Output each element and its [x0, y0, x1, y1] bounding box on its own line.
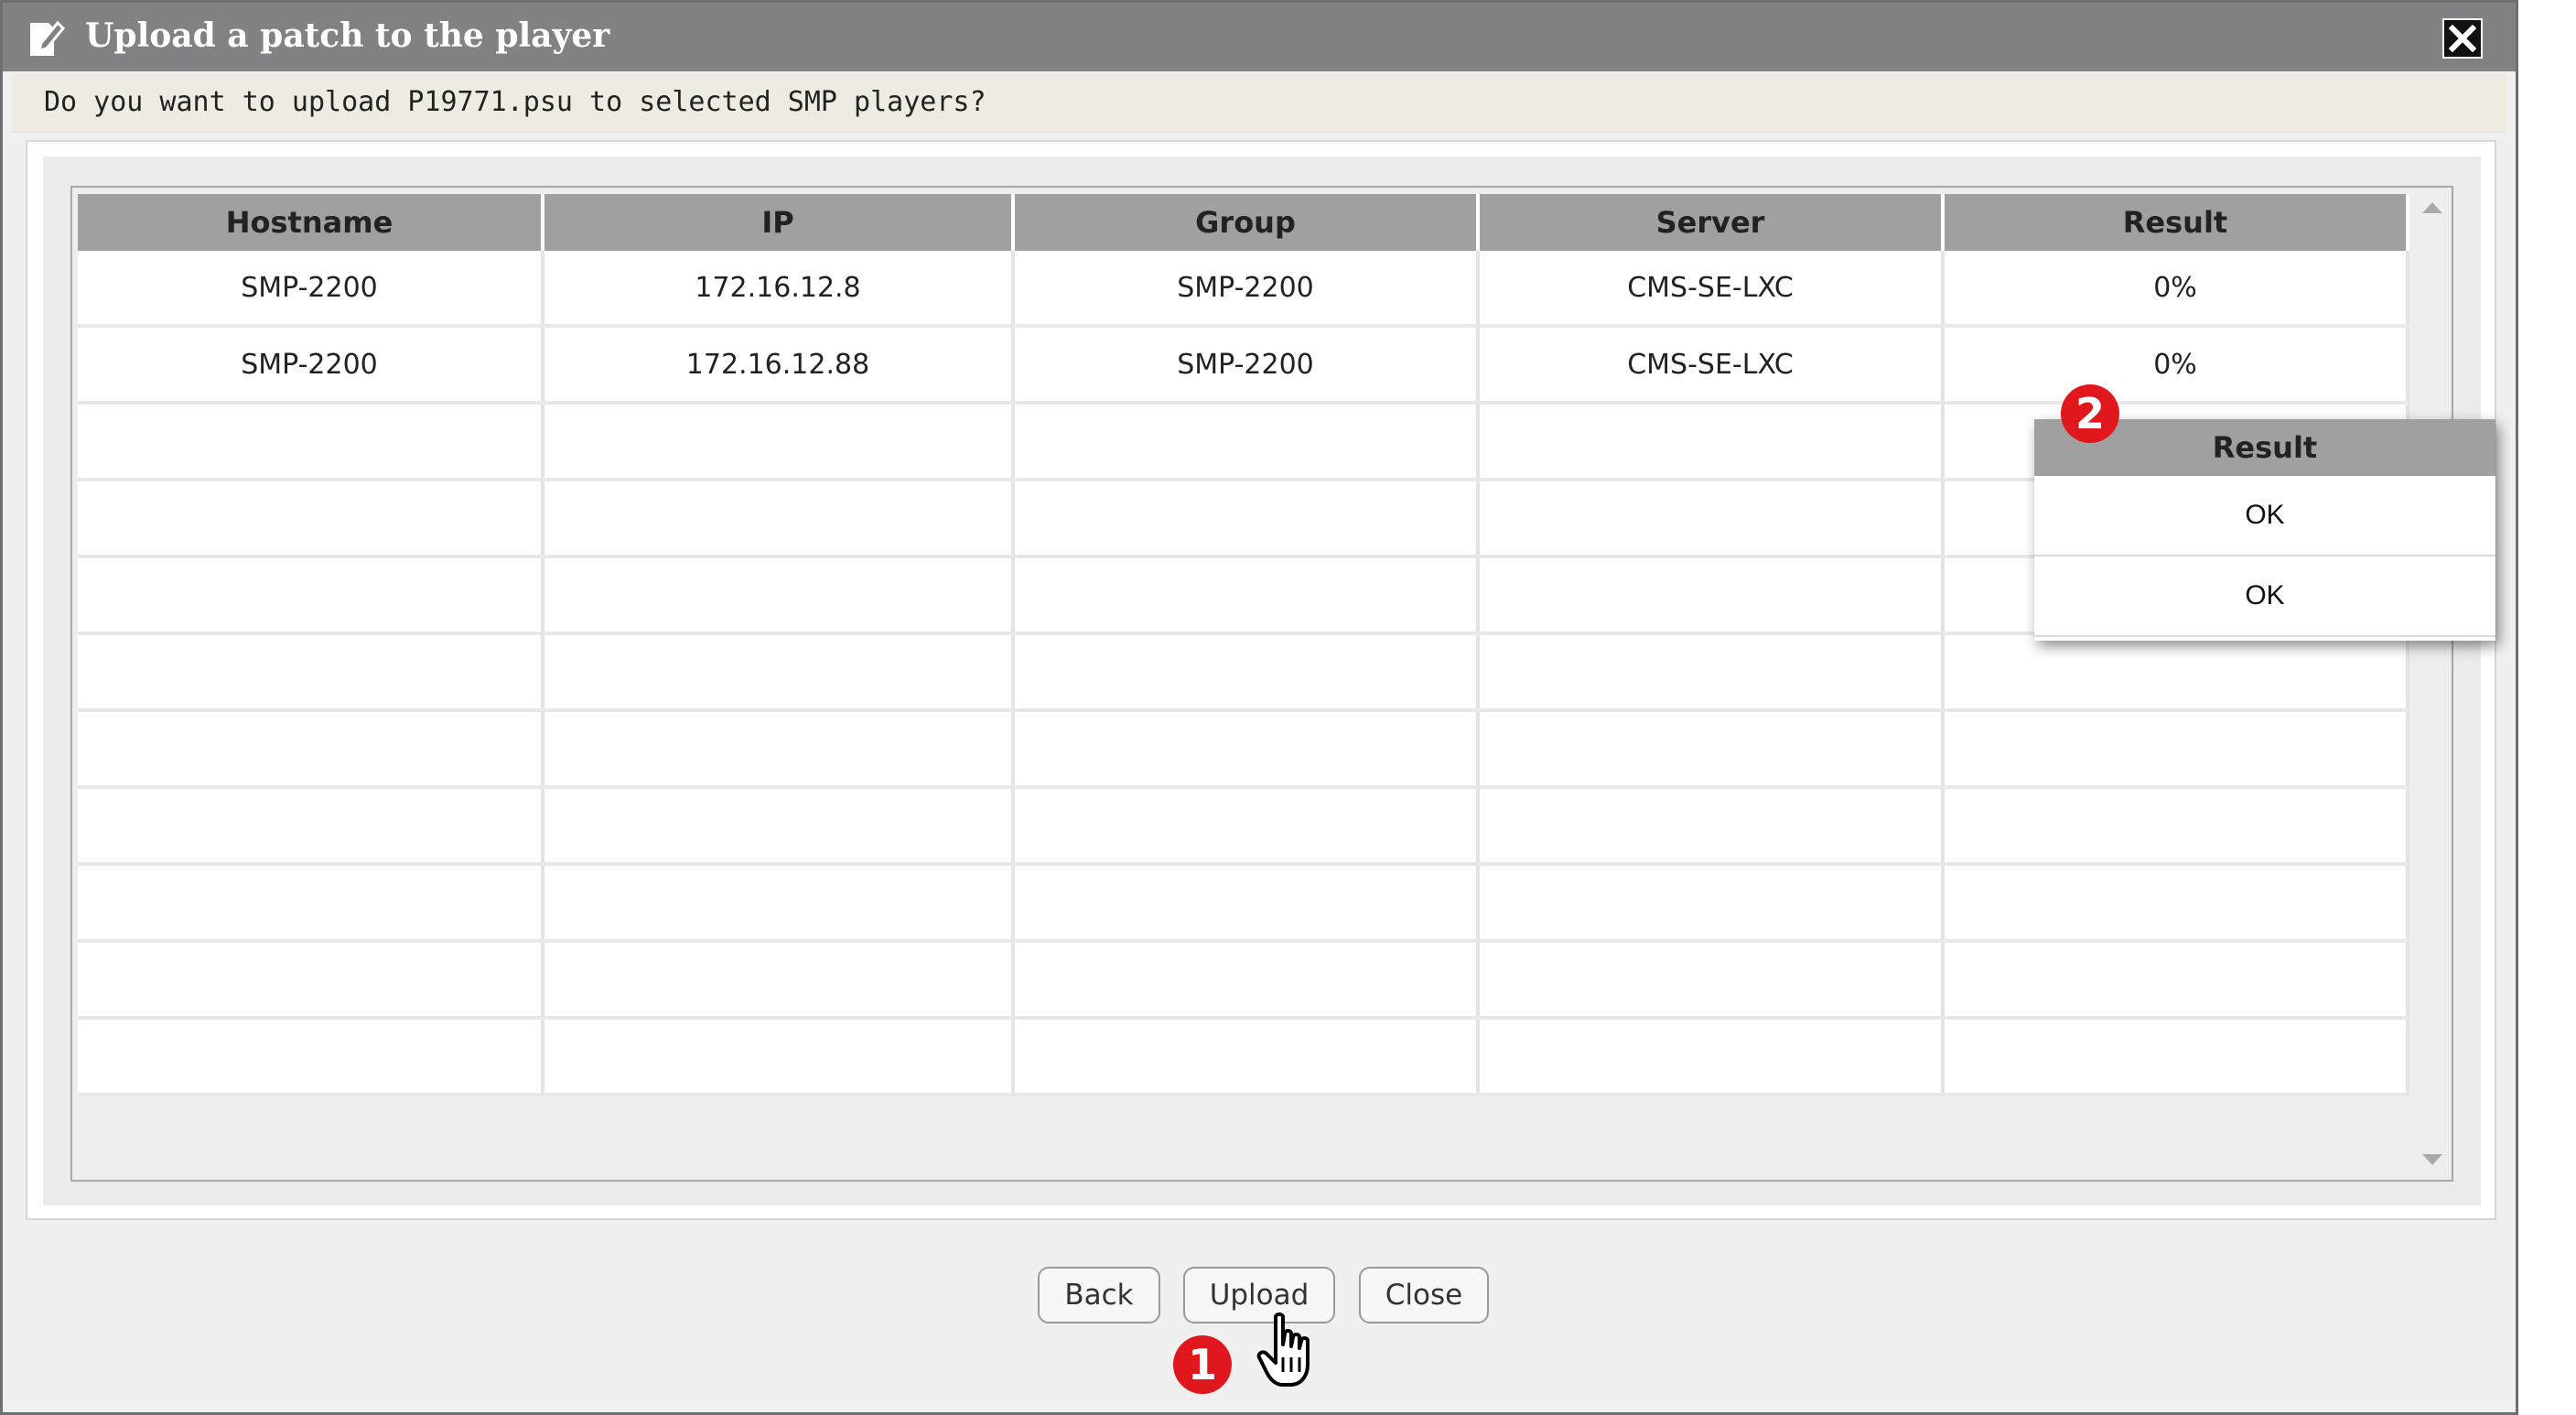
edit-document-icon — [27, 17, 67, 59]
player-grid-frame: Hostname IP Group Server Result SMP-2200 172.… — [70, 186, 2453, 1182]
cell-server — [1478, 556, 1945, 635]
dialog-titlebar: Upload a patch to the player — [3, 3, 2516, 71]
cell-result: 0% — [1943, 251, 2409, 328]
cell-hostname — [78, 403, 544, 481]
cell-hostname: SMP-2200 — [78, 326, 544, 405]
dialog-title: Upload a patch to the player — [85, 16, 610, 55]
cell-server: CMS-SE-LXC — [1478, 251, 1945, 328]
cell-hostname — [78, 1018, 544, 1096]
grid-container: Hostname IP Group Server Result SMP-2200 172.… — [43, 157, 2481, 1205]
table-row[interactable]: SMP-2200 172.16.12.8 SMP-2200 CMS-SE-LXC 0% — [78, 251, 2409, 328]
scroll-up-arrow-icon[interactable] — [2422, 202, 2442, 213]
table-row[interactable] — [78, 941, 2409, 1020]
table-row[interactable]: SMP-2200 172.16.12.88 SMP-2200 CMS-SE-LXC 0% — [78, 326, 2409, 405]
cell-hostname — [78, 556, 544, 635]
back-button[interactable]: Back — [1038, 1267, 1160, 1323]
cell-group — [1013, 864, 1480, 943]
player-grid: Hostname IP Group Server Result SMP-2200 172.… — [78, 194, 2409, 1096]
close-icon[interactable] — [2442, 18, 2483, 59]
cell-server — [1478, 633, 1945, 712]
cell-server — [1478, 787, 1945, 866]
result-popup-row: OK — [2034, 556, 2495, 637]
cell-result — [1943, 633, 2409, 712]
cell-group — [1013, 480, 1480, 558]
cell-result — [1943, 1018, 2409, 1096]
cell-hostname — [78, 633, 544, 712]
column-header-server[interactable]: Server — [1478, 194, 1945, 251]
cell-server — [1478, 710, 1945, 789]
table-row[interactable] — [78, 787, 2409, 866]
cell-group — [1013, 1018, 1480, 1096]
cell-server: CMS-SE-LXC — [1478, 326, 1945, 405]
cell-server — [1478, 941, 1945, 1020]
cell-ip — [543, 556, 1015, 635]
cell-hostname — [78, 787, 544, 866]
cell-ip — [543, 403, 1015, 481]
cell-group — [1013, 403, 1480, 481]
hand-pointer-icon — [1254, 1312, 1320, 1390]
prompt-bar: Do you want to upload P19771.psu to sele… — [12, 73, 2506, 133]
table-row[interactable] — [78, 710, 2409, 789]
column-header-result[interactable]: Result — [1943, 194, 2409, 251]
cell-ip — [543, 1018, 1015, 1096]
cell-ip — [543, 787, 1015, 866]
cell-ip: 172.16.12.8 — [543, 251, 1015, 328]
cell-group — [1013, 556, 1480, 635]
grid-header-row: Hostname IP Group Server Result — [78, 194, 2409, 251]
cell-group — [1013, 710, 1480, 789]
cell-ip — [543, 633, 1015, 712]
cell-hostname — [78, 864, 544, 943]
column-header-hostname[interactable]: Hostname — [78, 194, 544, 251]
step-2-marker: 2 — [2061, 384, 2119, 443]
cell-group — [1013, 941, 1480, 1020]
cell-server — [1478, 403, 1945, 481]
cell-result — [1943, 864, 2409, 943]
table-row[interactable] — [78, 1018, 2409, 1096]
cell-group: SMP-2200 — [1013, 251, 1480, 328]
cell-hostname: SMP-2200 — [78, 251, 544, 328]
column-header-ip[interactable]: IP — [543, 194, 1015, 251]
upload-patch-dialog: Upload a patch to the player Do you want… — [0, 0, 2518, 1415]
vertical-scrollbar[interactable] — [2413, 188, 2452, 1180]
cell-ip — [543, 480, 1015, 558]
cell-hostname — [78, 480, 544, 558]
cell-ip: 172.16.12.88 — [543, 326, 1015, 405]
cell-ip — [543, 941, 1015, 1020]
table-row[interactable] — [78, 864, 2409, 943]
cell-result — [1943, 710, 2409, 789]
cell-result — [1943, 941, 2409, 1020]
step-1-marker: 1 — [1173, 1335, 1232, 1394]
close-button[interactable]: Close — [1359, 1267, 1489, 1323]
cell-result — [1943, 787, 2409, 866]
cell-server — [1478, 1018, 1945, 1096]
scroll-down-arrow-icon[interactable] — [2422, 1154, 2442, 1165]
cell-server — [1478, 864, 1945, 943]
cell-result: 0% — [1943, 326, 2409, 405]
column-header-group[interactable]: Group — [1013, 194, 1480, 251]
result-popup-row: OK — [2034, 476, 2495, 556]
cell-ip — [543, 710, 1015, 789]
content-panel: Hostname IP Group Server Result SMP-2200 172.… — [26, 140, 2496, 1220]
cell-ip — [543, 864, 1015, 943]
cell-hostname — [78, 710, 544, 789]
cell-group: SMP-2200 — [1013, 326, 1480, 405]
confirm-prompt: Do you want to upload P19771.psu to sele… — [44, 86, 986, 118]
cell-group — [1013, 633, 1480, 712]
cell-group — [1013, 787, 1480, 866]
cell-hostname — [78, 941, 544, 1020]
cell-server — [1478, 480, 1945, 558]
table-row[interactable] — [78, 633, 2409, 712]
result-popup: Result OK OK — [2034, 419, 2495, 641]
